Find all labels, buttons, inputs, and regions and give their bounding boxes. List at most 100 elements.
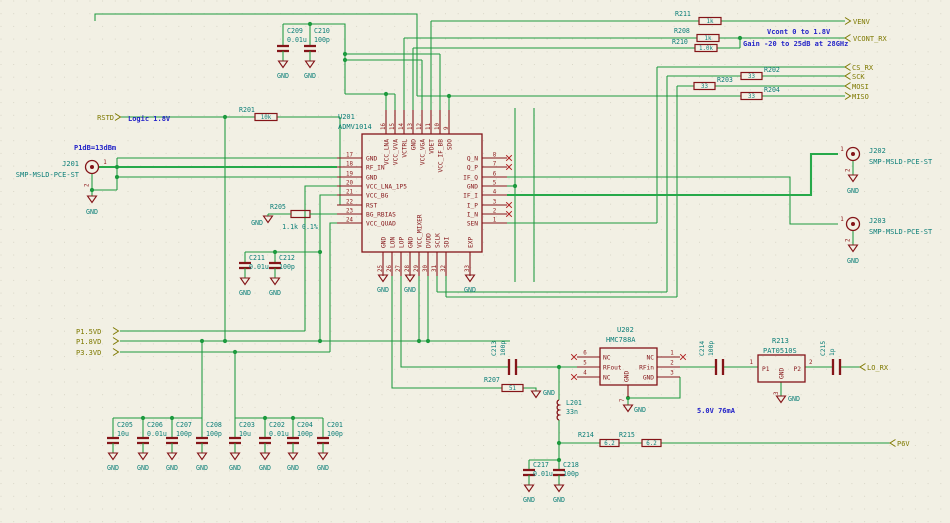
ic-part[interactable]: HMC788A: [606, 336, 636, 344]
resistor-ref[interactable]: R211: [675, 10, 691, 18]
attenuator-part[interactable]: PAT0510S: [763, 347, 797, 355]
ic-ref[interactable]: U202: [617, 326, 634, 334]
pin-number: 4: [493, 190, 497, 196]
gnd-label: GND: [251, 219, 263, 227]
junction-dot: [557, 365, 561, 369]
pin-number: 25: [378, 265, 384, 272]
pin-name: GND: [366, 155, 377, 162]
capacitor-ref[interactable]: C215: [820, 341, 827, 356]
gnd-label: GND: [553, 496, 565, 504]
capacitor-ref[interactable]: C202: [269, 421, 285, 429]
pin-number: 3: [670, 371, 674, 377]
capacitor-ref[interactable]: C211: [249, 254, 265, 262]
pin-name: VCC_IF_BB: [438, 139, 445, 173]
resistor-ref[interactable]: R202: [764, 66, 780, 74]
net-label-VENV[interactable]: VENV: [853, 18, 871, 26]
junction-dot: [417, 339, 421, 343]
pin-name: VCC_VVA: [393, 139, 400, 165]
pin-name: RFout: [603, 364, 622, 371]
schematic-canvas: R20110kR20233R20333R20433R2051.1k 0.1%R2…: [0, 0, 950, 523]
schematic: R20110kR20233R20333R20433R2051.1k 0.1%R2…: [0, 0, 950, 523]
net-label-LO_RX[interactable]: LO_RX: [867, 364, 889, 372]
connector-part[interactable]: SMP-MSLD-PCE-ST: [869, 158, 933, 166]
junction-dot: [343, 58, 347, 62]
gnd-label: GND: [543, 389, 555, 397]
pin-name: SDO: [447, 139, 454, 150]
pin-name: I_N: [467, 211, 478, 218]
gnd-label: GND: [464, 286, 476, 294]
resistor-ref[interactable]: R214: [578, 431, 594, 439]
net-label-P1.5VD[interactable]: P1.5VD: [76, 328, 101, 336]
net-label-MISO[interactable]: MISO: [852, 93, 869, 101]
capacitor-ref[interactable]: C210: [314, 27, 330, 35]
pin-number: 2: [493, 209, 497, 215]
pin-number: 21: [346, 190, 353, 196]
net-label-P3.3VD[interactable]: P3.3VD: [76, 349, 101, 357]
pin-number: 22: [346, 200, 353, 206]
pin-name: EXP: [468, 237, 475, 248]
pin-name: VCC_LNA_1P5: [366, 183, 407, 190]
pin-number: 29: [414, 265, 420, 272]
capacitor-ref[interactable]: C205: [117, 421, 133, 429]
attenuator-ref[interactable]: R213: [772, 337, 789, 345]
resistor-ref[interactable]: R205: [270, 203, 286, 211]
pin-number: 32: [441, 265, 447, 272]
junction-dot: [223, 115, 227, 119]
pin-number: 17: [346, 153, 353, 159]
ic-ref[interactable]: U201: [338, 113, 355, 121]
pin-number: 1: [103, 160, 107, 166]
connector-ref[interactable]: J201: [62, 160, 79, 168]
capacitor-ref[interactable]: C214: [699, 341, 706, 356]
ic-part[interactable]: ADMV1014: [338, 123, 372, 131]
capacitor-ref[interactable]: C212: [279, 254, 295, 262]
capacitor-ref[interactable]: C217: [533, 461, 549, 469]
resistor-ref[interactable]: R207: [484, 376, 500, 384]
pin-number: 2: [809, 360, 813, 366]
capacitor-ref[interactable]: C213: [491, 341, 498, 356]
capacitor-value: 100p: [314, 36, 330, 44]
capacitor-ref[interactable]: C201: [327, 421, 343, 429]
pin-name: GND: [381, 237, 388, 248]
net-label-P6V[interactable]: P6V: [897, 440, 910, 448]
connector-part[interactable]: SMP-MSLD-PCE-ST: [869, 228, 933, 236]
connector-ref[interactable]: J202: [869, 147, 886, 155]
capacitor-ref[interactable]: C204: [297, 421, 313, 429]
net-label-SCK[interactable]: SCK: [852, 73, 865, 81]
pin-name: VCTRL: [402, 139, 409, 158]
inductor-ref[interactable]: L201: [566, 399, 582, 407]
capacitor-ref[interactable]: C206: [147, 421, 163, 429]
junction-dot: [233, 350, 237, 354]
connector-part[interactable]: SMP-MSLD-PCE-ST: [16, 171, 80, 179]
capacitor-value: 100p: [500, 341, 507, 356]
resistor-ref[interactable]: R203: [717, 76, 733, 84]
net-label-P1.8VD[interactable]: P1.8VD: [76, 338, 101, 346]
capacitor-value: 10u: [117, 430, 129, 438]
note-text: Vcont 0 to 1.8V: [767, 28, 831, 36]
net-label-MOSI[interactable]: MOSI: [852, 83, 869, 91]
connector-center-pin: [851, 152, 855, 156]
net-label-CS_RX[interactable]: CS_RX: [852, 64, 874, 72]
resistor-value: 1.0k: [699, 46, 713, 52]
capacitor-ref[interactable]: C209: [287, 27, 303, 35]
net-label-RSTD[interactable]: RSTD: [97, 114, 114, 122]
capacitor-ref[interactable]: C207: [176, 421, 192, 429]
capacitor-ref[interactable]: C208: [206, 421, 222, 429]
pin-number: 9: [444, 126, 450, 130]
capacitor-ref[interactable]: C218: [563, 461, 579, 469]
resistor-ref[interactable]: R210: [672, 38, 688, 46]
net-label-VCONT_RX[interactable]: VCONT_RX: [853, 35, 888, 43]
connector-ref[interactable]: J203: [869, 217, 886, 225]
resistor-value: 33: [701, 84, 708, 90]
resistor-ref[interactable]: R204: [764, 86, 780, 94]
junction-dot: [223, 339, 227, 343]
gnd-label: GND: [166, 464, 178, 472]
resistor-ref[interactable]: R215: [619, 431, 635, 439]
resistor-ref[interactable]: R208: [674, 27, 690, 35]
capacitor-value: 0.01u: [533, 470, 553, 478]
capacitor-ref[interactable]: C203: [239, 421, 255, 429]
resistor-ref[interactable]: R201: [239, 106, 255, 114]
gnd-label: GND: [269, 289, 281, 297]
pin-number: 11: [426, 123, 432, 130]
pin-name: GND: [411, 139, 418, 150]
pin-number: 8: [493, 153, 497, 159]
